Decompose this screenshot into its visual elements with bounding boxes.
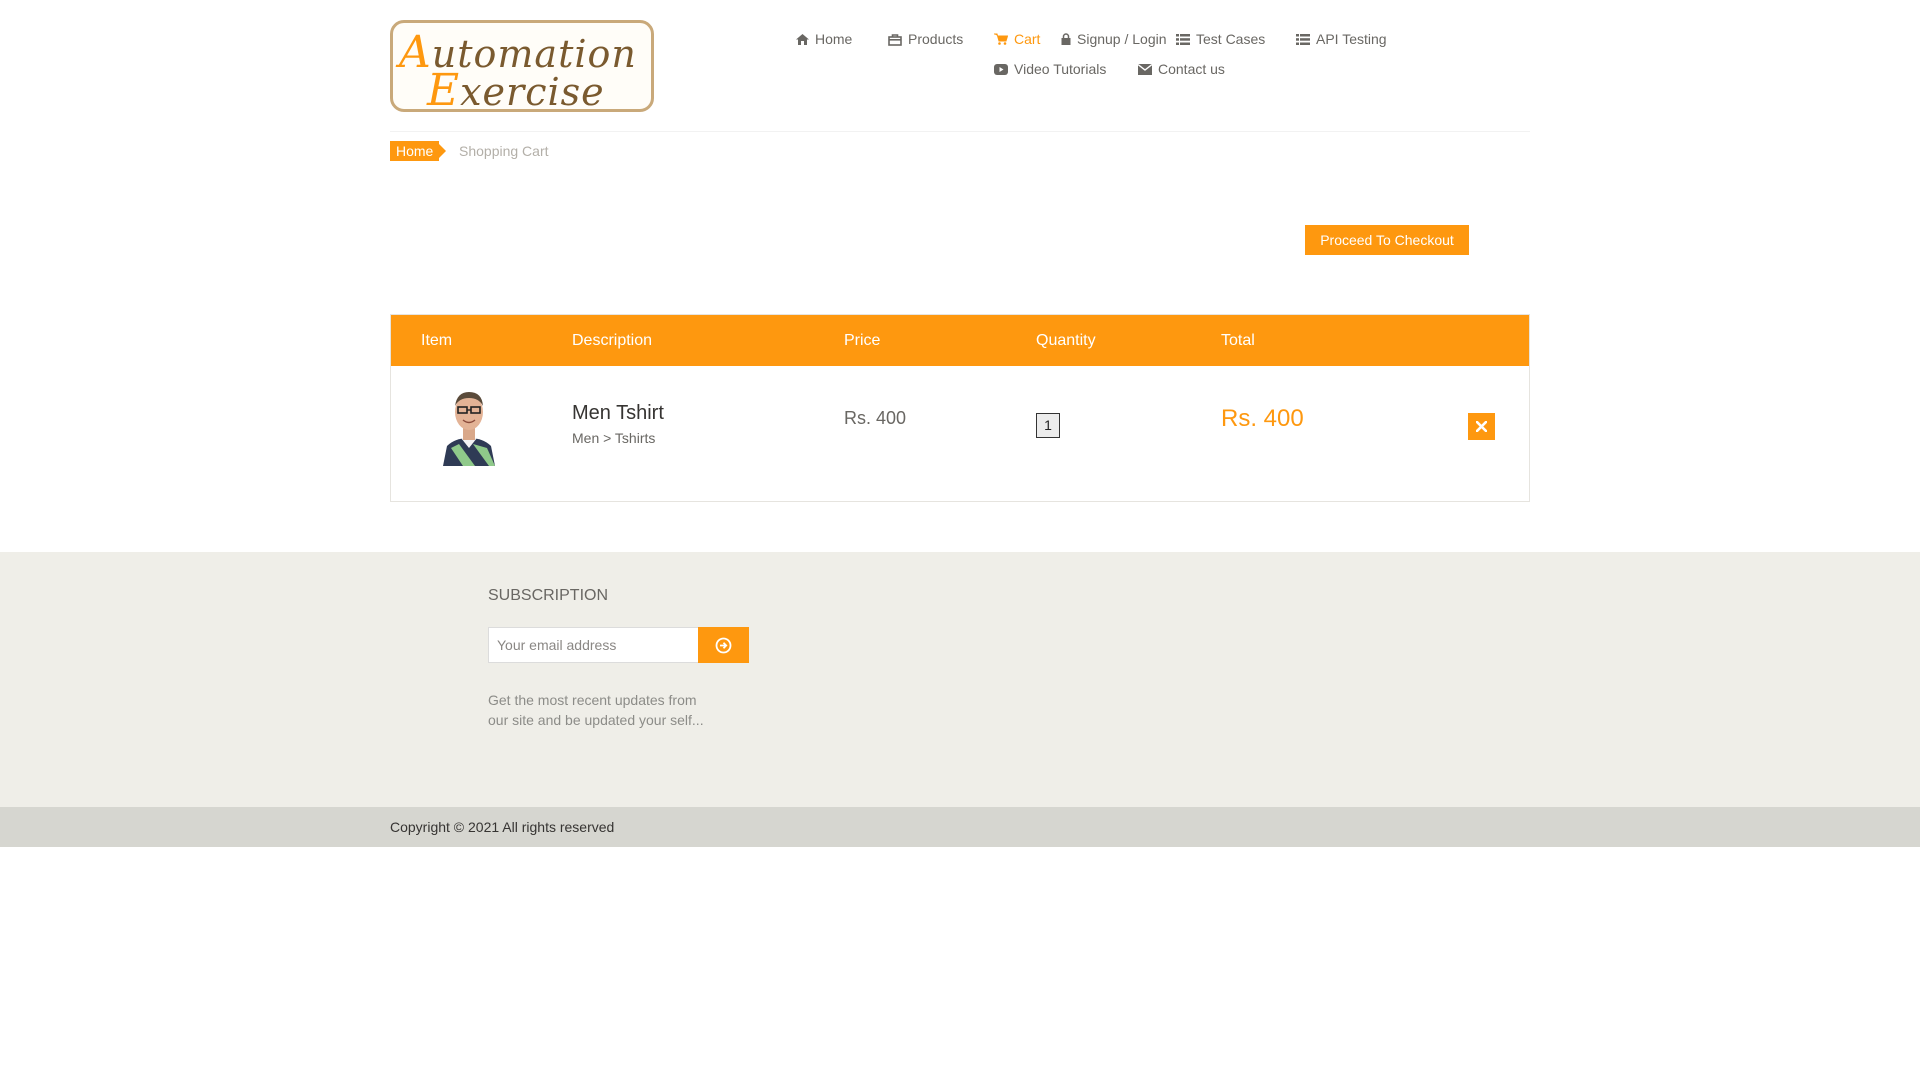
breadcrumb-home-link[interactable]: Home xyxy=(390,141,447,161)
breadcrumb: Home Shopping Cart xyxy=(390,141,1530,161)
product-price: Rs. 400 xyxy=(844,408,907,428)
nav-products[interactable]: Products xyxy=(888,31,963,47)
arrow-circle-right-icon xyxy=(715,637,732,653)
site-header: Automation Exercise Home Products Cart S… xyxy=(390,0,1530,132)
column-header-description: Description xyxy=(572,332,653,349)
cart-icon xyxy=(994,33,1008,45)
copyright-text: Copyright © 2021 All rights reserved xyxy=(390,819,615,835)
home-icon xyxy=(796,33,809,45)
subscription-title: SUBSCRIPTION xyxy=(488,587,609,604)
footer-subscription-area: SUBSCRIPTION Get the most recent updates… xyxy=(0,552,1920,807)
close-icon xyxy=(1476,421,1487,432)
product-image[interactable] xyxy=(429,382,509,466)
breadcrumb-current: Shopping Cart xyxy=(459,143,549,159)
footer-bottom: Copyright © 2021 All rights reserved xyxy=(0,807,1920,847)
subscription-email-input[interactable] xyxy=(488,627,699,663)
nav-test-cases[interactable]: Test Cases xyxy=(1176,31,1265,47)
lock-icon xyxy=(1061,33,1071,45)
nav-cart[interactable]: Cart xyxy=(994,31,1040,47)
table-row: Men Tshirt Men > Tshirts Rs. 400 1 Rs. 4… xyxy=(391,366,1529,502)
column-header-total: Total xyxy=(1221,332,1255,349)
nav-video-tutorials[interactable]: Video Tutorials xyxy=(994,61,1106,77)
logo-line-2: Exercise xyxy=(427,65,605,112)
product-total: Rs. 400 xyxy=(1221,405,1304,432)
column-header-price: Price xyxy=(844,332,881,349)
nav-home[interactable]: Home xyxy=(796,31,852,47)
site-logo[interactable]: Automation Exercise xyxy=(390,20,654,112)
envelope-icon xyxy=(1138,63,1152,75)
product-category: Men > Tshirts xyxy=(572,430,656,446)
product-name-link[interactable]: Men Tshirt xyxy=(572,402,664,425)
nav-contact-us[interactable]: Contact us xyxy=(1138,61,1225,77)
subscription-description: Get the most recent updates from our sit… xyxy=(488,692,704,728)
nav-signup-login[interactable]: Signup / Login xyxy=(1061,31,1167,47)
cart-table-header: Item Description Price Quantity Total xyxy=(391,315,1529,366)
proceed-to-checkout-button[interactable]: Proceed To Checkout xyxy=(1305,225,1469,255)
delete-item-button[interactable] xyxy=(1468,413,1495,440)
quantity-display: 1 xyxy=(1036,413,1060,438)
column-header-item: Item xyxy=(421,332,453,349)
nav-api-testing[interactable]: API Testing xyxy=(1296,31,1387,47)
cart-table: Item Description Price Quantity Total Me… xyxy=(390,314,1530,502)
shopping-bag-icon xyxy=(888,33,902,46)
list-icon xyxy=(1176,33,1190,45)
column-header-quantity: Quantity xyxy=(1036,332,1096,349)
list-icon xyxy=(1296,33,1310,45)
subscribe-button[interactable] xyxy=(698,627,749,663)
youtube-play-icon xyxy=(994,63,1008,75)
